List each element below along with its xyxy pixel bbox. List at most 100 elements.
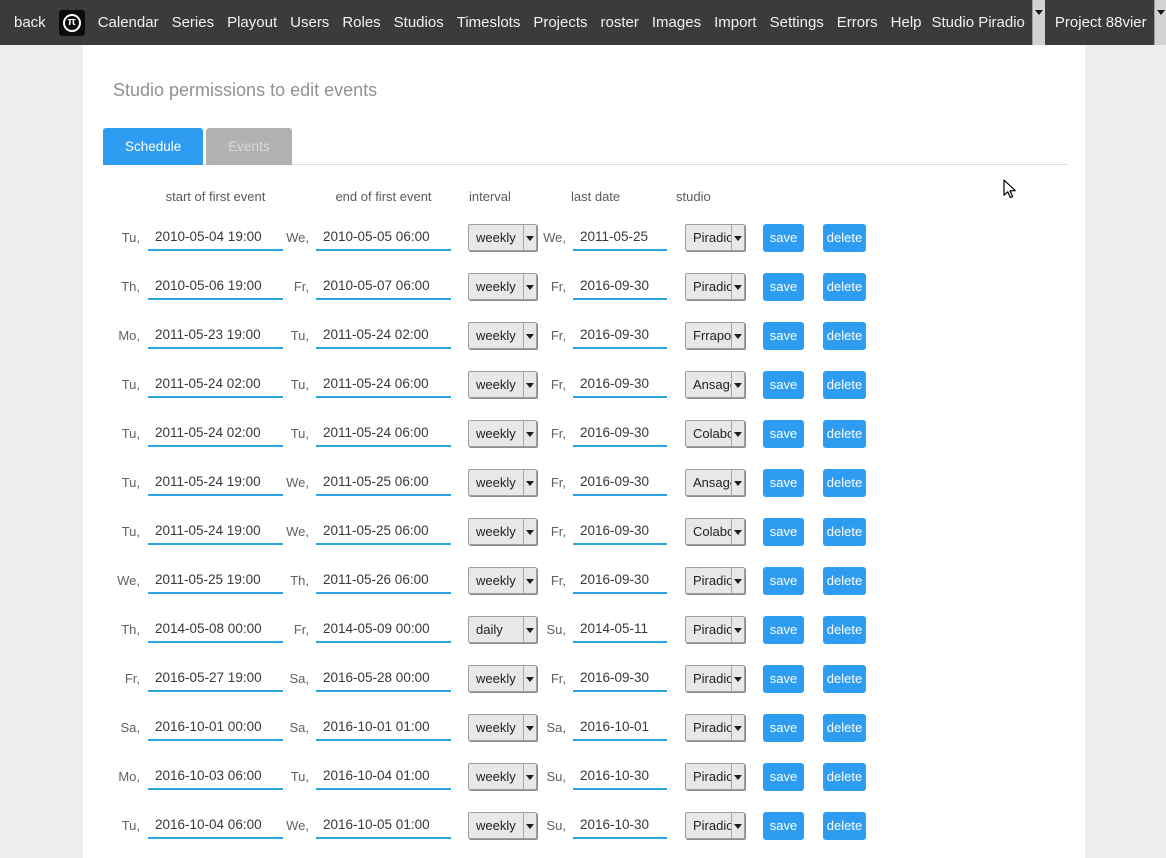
studio-select[interactable]: Colabo [685,420,745,447]
nav-item-studios[interactable]: Studios [394,0,444,45]
start-of-first-event-input[interactable] [148,470,283,496]
project-switcher-select[interactable]: Project 88vier [1045,0,1166,45]
start-of-first-event-input[interactable] [148,617,283,643]
end-of-first-event-input[interactable] [316,323,451,349]
last-date-input[interactable] [573,323,667,349]
studio-select[interactable]: Piradio [685,567,745,594]
start-of-first-event-input[interactable] [148,715,283,741]
delete-button[interactable]: delete [823,763,866,791]
end-of-first-event-input[interactable] [316,666,451,692]
save-button[interactable]: save [763,665,804,693]
end-of-first-event-input[interactable] [316,715,451,741]
save-button[interactable]: save [763,518,804,546]
last-date-input[interactable] [573,421,667,447]
end-of-first-event-input[interactable] [316,519,451,545]
end-of-first-event-input[interactable] [316,225,451,251]
last-date-input[interactable] [573,372,667,398]
last-date-input[interactable] [573,813,667,839]
last-date-input[interactable] [573,470,667,496]
delete-button[interactable]: delete [823,616,866,644]
delete-button[interactable]: delete [823,322,866,350]
last-date-input[interactable] [573,225,667,251]
save-button[interactable]: save [763,714,804,742]
start-of-first-event-input[interactable] [148,372,283,398]
nav-item-roles[interactable]: Roles [342,0,380,45]
save-button[interactable]: save [763,763,804,791]
last-date-input[interactable] [573,274,667,300]
end-of-first-event-input[interactable] [316,813,451,839]
delete-button[interactable]: delete [823,420,866,448]
studio-select[interactable]: Ansage [685,371,745,398]
delete-button[interactable]: delete [823,224,866,252]
last-date-input[interactable] [573,519,667,545]
studio-switcher-select[interactable]: Studio Piradio [922,0,1045,45]
tab-schedule[interactable]: Schedule [103,128,203,165]
end-of-first-event-input[interactable] [316,764,451,790]
end-of-first-event-input[interactable] [316,372,451,398]
nav-item-calendar[interactable]: Calendar [98,0,159,45]
delete-button[interactable]: delete [823,567,866,595]
studio-select[interactable]: Piradio [685,763,745,790]
nav-item-help[interactable]: Help [891,0,922,45]
studio-select[interactable]: Piradio [685,273,745,300]
chevron-down-icon[interactable] [1032,0,1045,45]
nav-item-timeslots[interactable]: Timeslots [457,0,521,45]
last-date-input[interactable] [573,666,667,692]
tab-events[interactable]: Events [206,128,291,165]
chevron-down-icon[interactable] [1154,0,1166,45]
delete-button[interactable]: delete [823,273,866,301]
nav-item-import[interactable]: Import [714,0,757,45]
studio-select[interactable]: Piradio [685,714,745,741]
save-button[interactable]: save [763,420,804,448]
start-of-first-event-input[interactable] [148,519,283,545]
nav-item-roster[interactable]: roster [601,0,639,45]
save-button[interactable]: save [763,224,804,252]
delete-button[interactable]: delete [823,665,866,693]
last-date-input[interactable] [573,715,667,741]
nav-item-series[interactable]: Series [172,0,215,45]
save-button[interactable]: save [763,371,804,399]
end-of-first-event-input[interactable] [316,617,451,643]
start-of-first-event-input[interactable] [148,813,283,839]
start-of-first-event-input[interactable] [148,274,283,300]
delete-button[interactable]: delete [823,714,866,742]
start-of-first-event-input[interactable] [148,323,283,349]
delete-button[interactable]: delete [823,518,866,546]
nav-item-settings[interactable]: Settings [770,0,824,45]
piradio-logo-icon[interactable]: π [59,10,85,36]
last-date-input[interactable] [573,568,667,594]
start-of-first-event-input[interactable] [148,764,283,790]
last-date-input[interactable] [573,764,667,790]
studio-select[interactable]: Colabo [685,518,745,545]
end-of-first-event-input[interactable] [316,421,451,447]
back-link[interactable]: back [14,0,46,45]
start-of-first-event-input[interactable] [148,421,283,447]
save-button[interactable]: save [763,812,804,840]
delete-button[interactable]: delete [823,371,866,399]
last-date-input[interactable] [573,617,667,643]
delete-button[interactable]: delete [823,469,866,497]
nav-item-users[interactable]: Users [290,0,329,45]
start-of-first-event-input[interactable] [148,666,283,692]
save-button[interactable]: save [763,273,804,301]
nav-item-projects[interactable]: Projects [533,0,587,45]
save-button[interactable]: save [763,567,804,595]
save-button[interactable]: save [763,616,804,644]
studio-select[interactable]: Ansage [685,469,745,496]
start-of-first-event-input[interactable] [148,568,283,594]
end-of-first-event-input[interactable] [316,470,451,496]
start-of-first-event-input[interactable] [148,225,283,251]
save-button[interactable]: save [763,322,804,350]
save-button[interactable]: save [763,469,804,497]
studio-select[interactable]: Frrapo [685,322,745,349]
nav-item-errors[interactable]: Errors [837,0,878,45]
studio-select[interactable]: Piradio [685,665,745,692]
nav-item-playout[interactable]: Playout [227,0,277,45]
studio-select[interactable]: Piradio [685,812,745,839]
delete-button[interactable]: delete [823,812,866,840]
end-of-first-event-input[interactable] [316,274,451,300]
nav-item-images[interactable]: Images [652,0,701,45]
end-of-first-event-input[interactable] [316,568,451,594]
studio-select[interactable]: Piradio [685,616,745,643]
studio-select[interactable]: Piradio [685,224,745,251]
